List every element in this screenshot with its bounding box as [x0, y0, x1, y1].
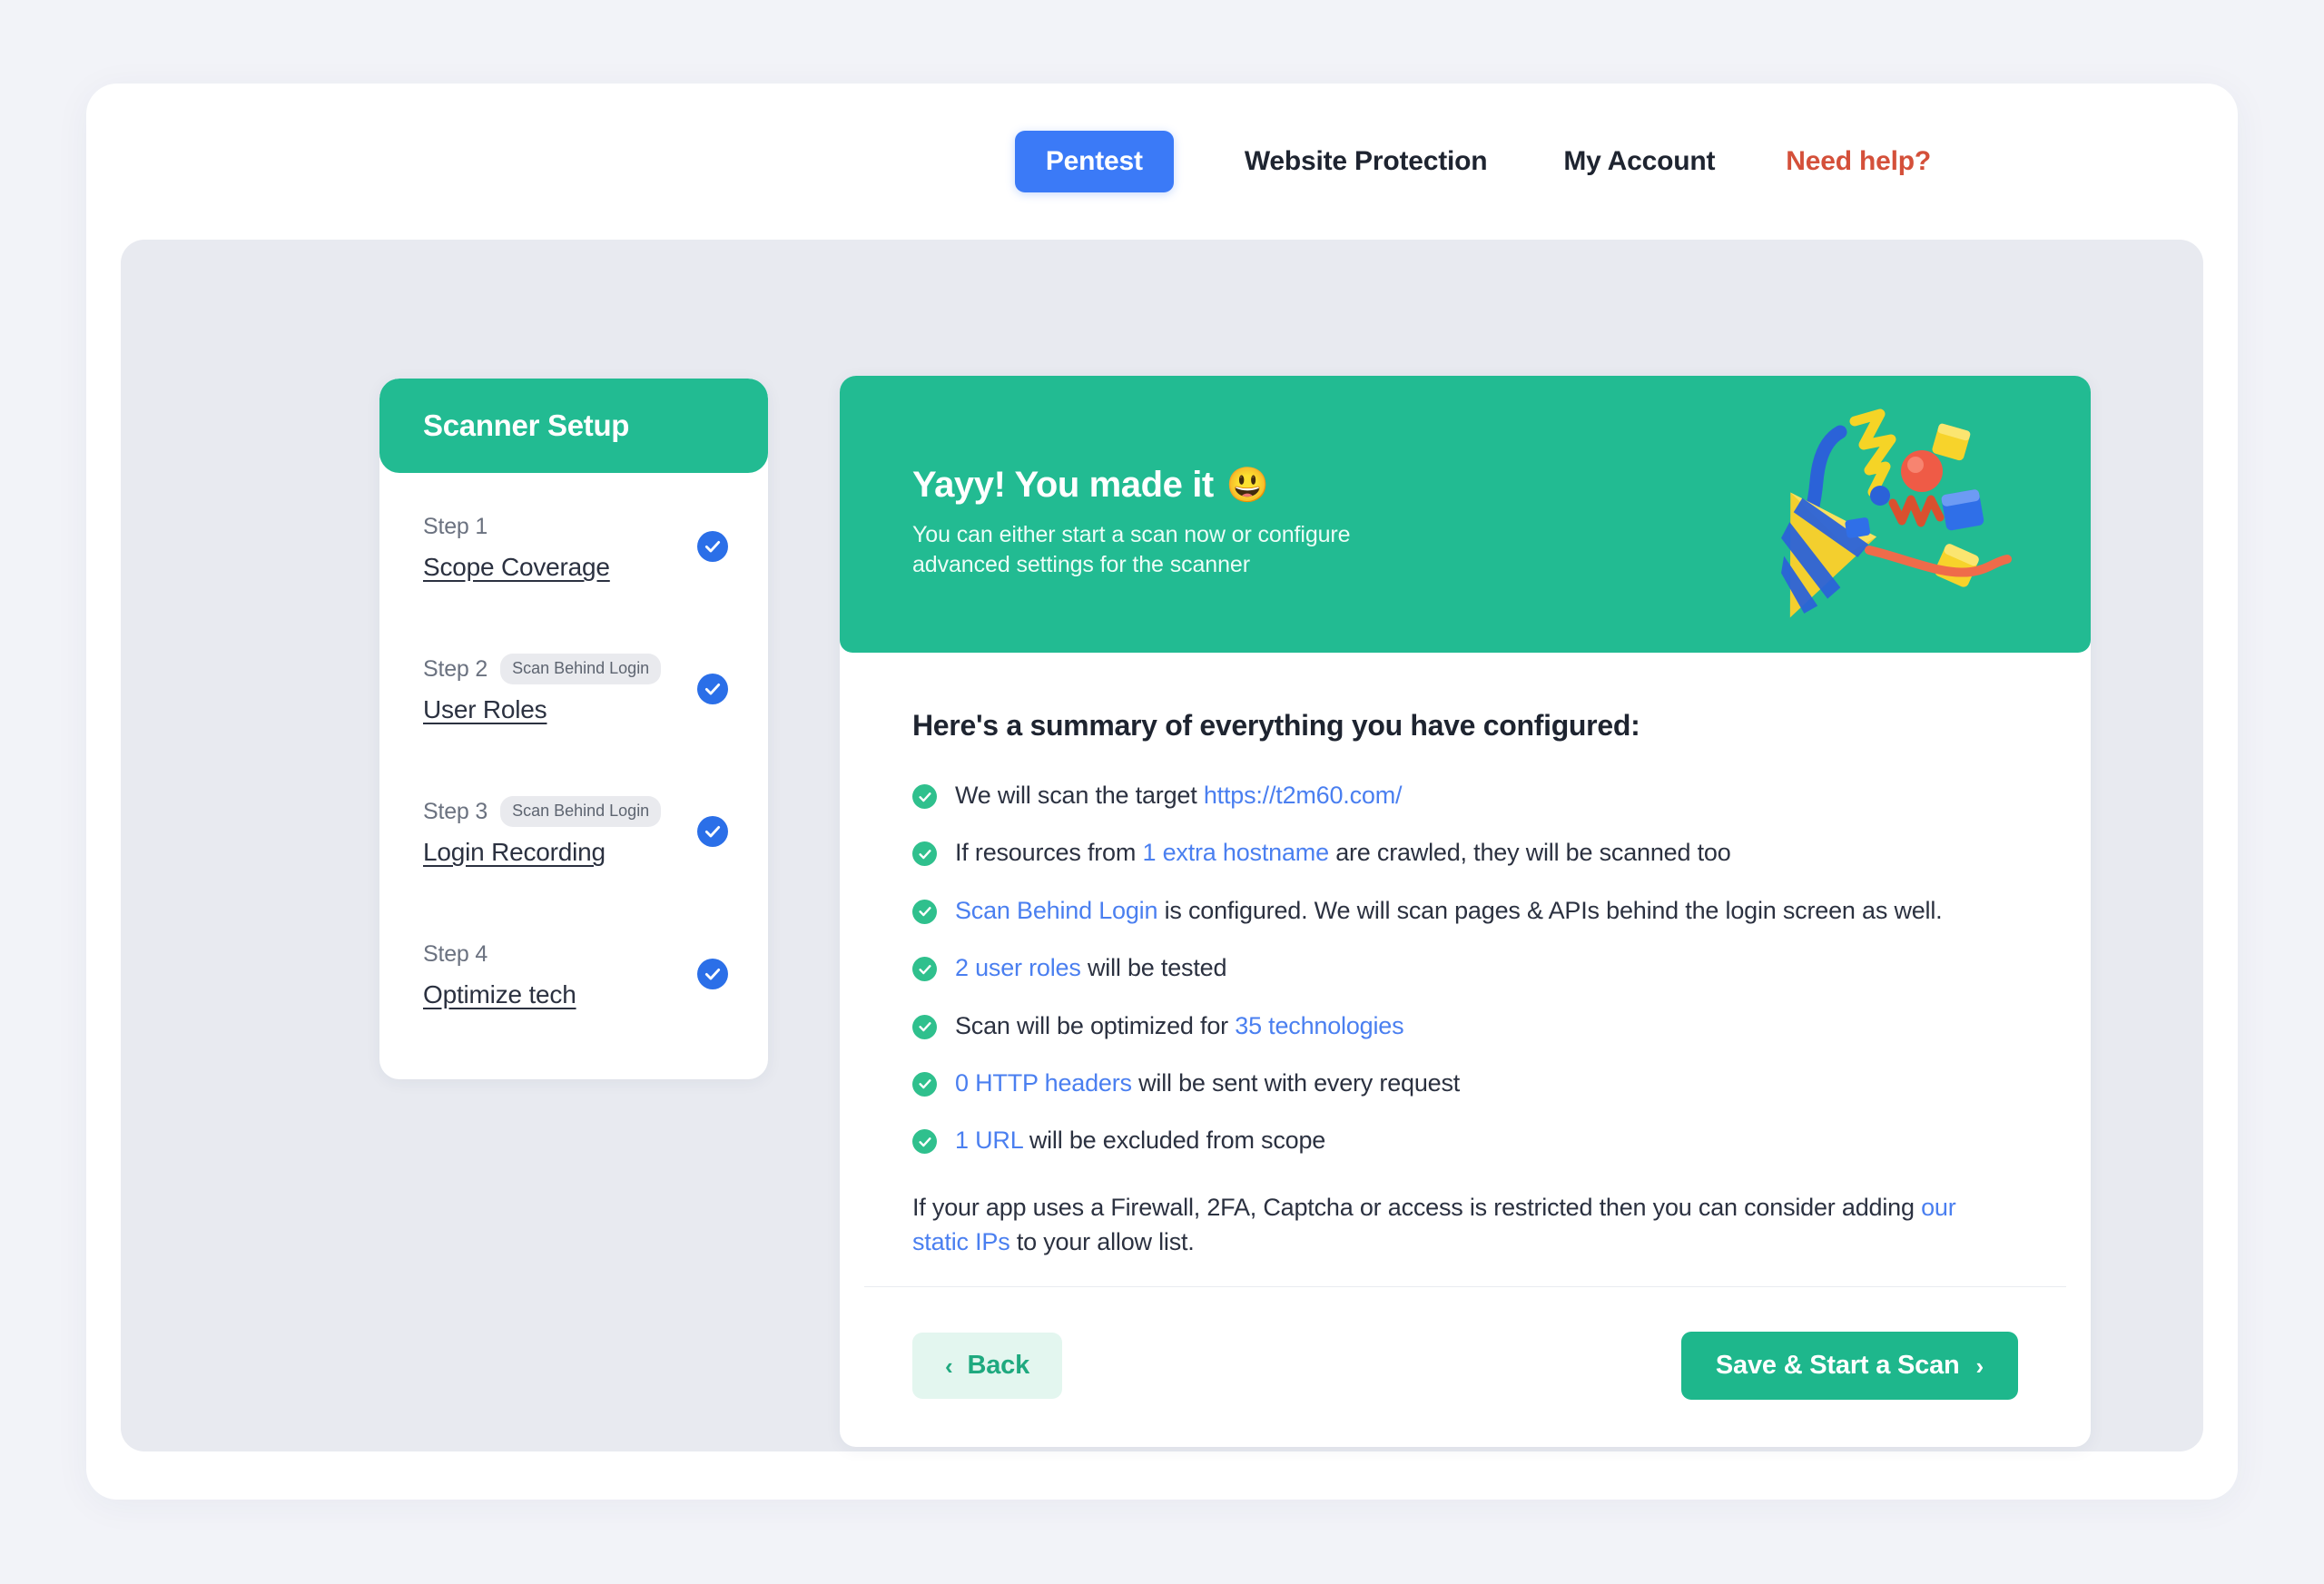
summary-text-post: will be sent with every request [1131, 1068, 1461, 1097]
grinning-face-emoji-icon: 😃 [1226, 466, 1269, 505]
technologies-link[interactable]: 35 technologies [1235, 1012, 1403, 1039]
back-button[interactable]: ‹ Back [912, 1333, 1062, 1399]
summary-item-text: Scan Behind Login is configured. We will… [955, 896, 1943, 925]
check-circle-icon [912, 1129, 937, 1155]
step-number: Step 1 [423, 513, 488, 539]
banner-subtitle-line1: You can either start a scan now or confi… [912, 522, 1351, 547]
summary-text-post: are crawled, they will be scanned too [1328, 839, 1731, 867]
summary-heading: Here's a summary of everything you have … [912, 709, 1640, 742]
check-circle-icon [912, 957, 937, 982]
summary-text-pre: We will scan the target [955, 782, 1204, 809]
summary-item-hostnames: If resources from 1 extra hostname are c… [912, 838, 2018, 867]
summary-item-scan-behind-login: Scan Behind Login is configured. We will… [912, 896, 2018, 925]
check-circle-icon [912, 1014, 937, 1039]
step-badge-scan-behind-login: Scan Behind Login [500, 654, 662, 684]
summary-item-target: We will scan the target https://t2m60.co… [912, 781, 2018, 810]
user-roles-link[interactable]: 2 user roles [955, 954, 1081, 981]
configuration-summary: Here's a summary of everything you have … [840, 653, 2091, 1259]
card-footer: ‹ Back Save & Start a Scan › [912, 1332, 2018, 1400]
banner-subtitle-line2: advanced settings for the scanner [912, 552, 1250, 577]
step-label-login-recording[interactable]: Login Recording [423, 838, 606, 867]
summary-text-post: will be excluded from scope [1022, 1127, 1326, 1155]
success-banner: Yayy! You made it 😃 You can either start… [840, 376, 2091, 653]
scanner-setup-sidebar: Scanner Setup Step 1 Scope Coverage Step… [379, 379, 768, 1079]
summary-item-http-headers: 0 HTTP headers will be sent with every r… [912, 1068, 2018, 1097]
summary-item-user-roles: 2 user roles will be tested [912, 953, 2018, 982]
summary-item-excluded-url: 1 URL will be excluded from scope [912, 1126, 2018, 1155]
check-circle-icon [912, 784, 937, 809]
excluded-url-link[interactable]: 1 URL [955, 1127, 1023, 1154]
footer-divider [864, 1286, 2066, 1287]
back-button-label: Back [967, 1351, 1029, 1380]
save-and-start-scan-button[interactable]: Save & Start a Scan › [1680, 1332, 2018, 1400]
summary-item-text: 2 user roles will be tested [955, 953, 1226, 982]
chevron-right-icon: › [1975, 1352, 1984, 1380]
step-number: Step 3 [423, 798, 488, 824]
summary-item-technologies: Scan will be optimized for 35 technologi… [912, 1011, 2018, 1040]
banner-text-block: Yayy! You made it 😃 You can either start… [912, 465, 1351, 580]
check-circle-icon [912, 899, 937, 924]
summary-item-text: 1 URL will be excluded from scope [955, 1126, 1325, 1155]
firewall-note-post: to your allow list. [1009, 1228, 1195, 1256]
start-a-scan-card: Yayy! You made it 😃 You can either start… [840, 376, 2091, 1447]
check-circle-icon [912, 1071, 937, 1097]
step-number: Step 4 [423, 940, 488, 967]
banner-title: Yayy! You made it [912, 465, 1214, 505]
check-icon [697, 959, 728, 989]
nav-tab-website-protection[interactable]: Website Protection [1245, 146, 1488, 177]
step-list: Step 1 Scope Coverage Step 2 Scan Behind… [379, 473, 768, 1079]
target-url-link[interactable]: https://t2m60.com/ [1204, 782, 1403, 809]
sidebar-step-3[interactable]: Step 3 Scan Behind Login Login Recording [379, 796, 768, 882]
summary-item-text: Scan will be optimized for 35 technologi… [955, 1011, 1404, 1040]
summary-text-post: will be tested [1080, 954, 1227, 982]
banner-subtitle: You can either start a scan now or confi… [912, 520, 1351, 580]
banner-title-row: Yayy! You made it 😃 [912, 465, 1350, 506]
chevron-left-icon: ‹ [945, 1352, 953, 1380]
summary-text-post: is configured. We will scan pages & APIs… [1157, 896, 1943, 924]
step-status-indicator [697, 959, 728, 989]
sidebar-title: Scanner Setup [423, 408, 630, 442]
top-navigation: Pentest Website Protection My Account Ne… [86, 84, 2238, 240]
scan-behind-login-link[interactable]: Scan Behind Login [955, 897, 1157, 924]
step-badge-scan-behind-login: Scan Behind Login [500, 796, 662, 827]
summary-list: We will scan the target https://t2m60.co… [912, 781, 2018, 1156]
sidebar-step-2[interactable]: Step 2 Scan Behind Login User Roles [379, 654, 768, 740]
summary-item-text: We will scan the target https://t2m60.co… [955, 781, 1403, 810]
step-status-indicator [697, 674, 728, 704]
http-headers-link[interactable]: 0 HTTP headers [955, 1069, 1132, 1097]
step-label-user-roles[interactable]: User Roles [423, 695, 547, 724]
step-number: Step 2 [423, 655, 488, 682]
firewall-note: If your app uses a Firewall, 2FA, Captch… [912, 1190, 2002, 1260]
nav-tab-pentest[interactable]: Pentest [1014, 131, 1174, 192]
step-label-scope-coverage[interactable]: Scope Coverage [423, 553, 610, 582]
extra-hostname-link[interactable]: 1 extra hostname [1142, 839, 1329, 866]
summary-item-text: If resources from 1 extra hostname are c… [955, 838, 1731, 867]
summary-text-pre: Scan will be optimized for [955, 1011, 1236, 1039]
summary-item-text: 0 HTTP headers will be sent with every r… [955, 1068, 1460, 1097]
check-icon [697, 531, 728, 562]
step-label-optimize-tech[interactable]: Optimize tech [423, 980, 576, 1009]
sidebar-header: Scanner Setup [379, 379, 768, 473]
party-popper-icon [1746, 394, 2027, 639]
save-and-start-scan-label: Save & Start a Scan [1715, 1351, 1960, 1380]
step-status-indicator [697, 816, 728, 847]
check-icon [697, 674, 728, 704]
check-circle-icon [912, 841, 937, 867]
check-icon [697, 816, 728, 847]
sidebar-step-4[interactable]: Step 4 Optimize tech [379, 939, 768, 1025]
firewall-note-pre: If your app uses a Firewall, 2FA, Captch… [912, 1193, 1922, 1221]
summary-text-pre: If resources from [955, 839, 1143, 867]
step-status-indicator [697, 531, 728, 562]
nav-link-need-help[interactable]: Need help? [1786, 146, 1931, 177]
app-window: Pentest Website Protection My Account Ne… [86, 84, 2238, 1500]
nav-tab-my-account[interactable]: My Account [1563, 146, 1715, 177]
sidebar-step-1[interactable]: Step 1 Scope Coverage [379, 511, 768, 597]
